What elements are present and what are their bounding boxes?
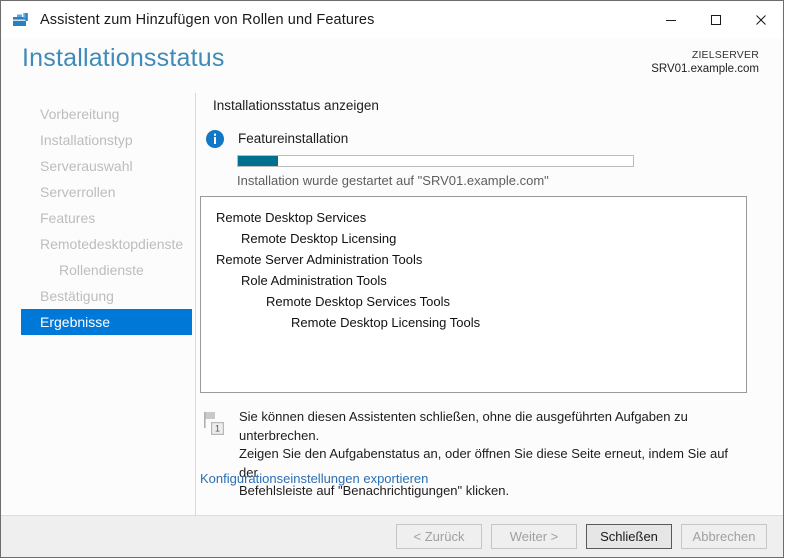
list-item: Remote Desktop Services <box>216 210 367 225</box>
target-server-info: ZIELSERVER SRV01.example.com <box>651 48 759 78</box>
target-server-label: ZIELSERVER <box>691 49 759 61</box>
cancel-button[interactable]: Abbrechen <box>681 524 767 549</box>
installation-progress-bar <box>237 155 634 167</box>
minimize-icon[interactable] <box>648 1 693 38</box>
wizard-body: Vorbereitung Installationstyp Serverausw… <box>1 93 783 515</box>
progress-bar-fill <box>238 156 278 166</box>
list-item: Role Administration Tools <box>241 273 387 288</box>
maximize-icon[interactable] <box>693 1 738 38</box>
page-title: Installationsstatus <box>22 44 225 72</box>
sidebar-item-serverauswahl[interactable]: Serverauswahl <box>21 153 192 179</box>
close-icon[interactable] <box>738 1 783 38</box>
target-server-name: SRV01.example.com <box>651 63 759 76</box>
window-controls <box>648 1 783 38</box>
next-button[interactable]: Weiter > <box>491 524 577 549</box>
note-line-1: Sie können diesen Assistenten schließen,… <box>239 409 688 443</box>
sidebar-item-rollendienste[interactable]: Rollendienste <box>21 257 192 283</box>
progress-status-text: Installation wurde gestartet auf "SRV01.… <box>237 173 549 188</box>
content-heading: Installationsstatus anzeigen <box>213 98 379 113</box>
list-item: Remote Desktop Licensing <box>241 231 397 246</box>
sidebar-item-remotedesktopdienste[interactable]: Remotedesktopdienste <box>21 231 192 257</box>
wizard-content: Installationsstatus anzeigen Featureinst… <box>196 93 783 515</box>
note-text: Sie können diesen Assistenten schließen,… <box>239 408 750 501</box>
page-header: Installationsstatus ZIELSERVER SRV01.exa… <box>1 38 783 93</box>
close-button[interactable]: Schließen <box>586 524 672 549</box>
list-item: Remote Server Administration Tools <box>216 252 423 267</box>
export-config-link[interactable]: Konfigurationseinstellungen exportieren <box>200 471 428 486</box>
feature-installation-row: Featureinstallation <box>205 129 348 149</box>
sidebar-item-vorbereitung[interactable]: Vorbereitung <box>21 101 192 127</box>
window-title: Assistent zum Hinzufügen von Rollen und … <box>40 11 375 28</box>
sidebar-item-installationstyp[interactable]: Installationstyp <box>21 127 192 153</box>
wizard-sidebar: Vorbereitung Installationstyp Serverausw… <box>1 93 196 515</box>
sidebar-item-ergebnisse[interactable]: Ergebnisse <box>21 309 192 335</box>
sidebar-item-serverrollen[interactable]: Serverrollen <box>21 179 192 205</box>
notification-flag-icon: 1 <box>202 410 228 438</box>
title-bar: Assistent zum Hinzufügen von Rollen und … <box>1 1 783 38</box>
back-button[interactable]: < Zurück <box>396 524 482 549</box>
sidebar-item-bestaetigung[interactable]: Bestätigung <box>21 283 192 309</box>
list-item: Remote Desktop Licensing Tools <box>291 315 481 330</box>
feature-installation-label: Featureinstallation <box>238 131 349 146</box>
wizard-window: Assistent zum Hinzufügen von Rollen und … <box>0 0 784 558</box>
sidebar-item-features[interactable]: Features <box>21 205 192 231</box>
server-toolbox-icon <box>11 10 31 30</box>
list-item: Remote Desktop Services Tools <box>266 294 451 309</box>
wizard-footer: < Zurück Weiter > Schließen Abbrechen <box>1 515 783 557</box>
info-circle-icon <box>205 129 225 149</box>
wizard-note: 1 Sie können diesen Assistenten schließe… <box>200 408 750 501</box>
svg-text:1: 1 <box>215 423 220 433</box>
installation-results-list[interactable]: Remote Desktop Services Remote Desktop L… <box>200 196 747 393</box>
